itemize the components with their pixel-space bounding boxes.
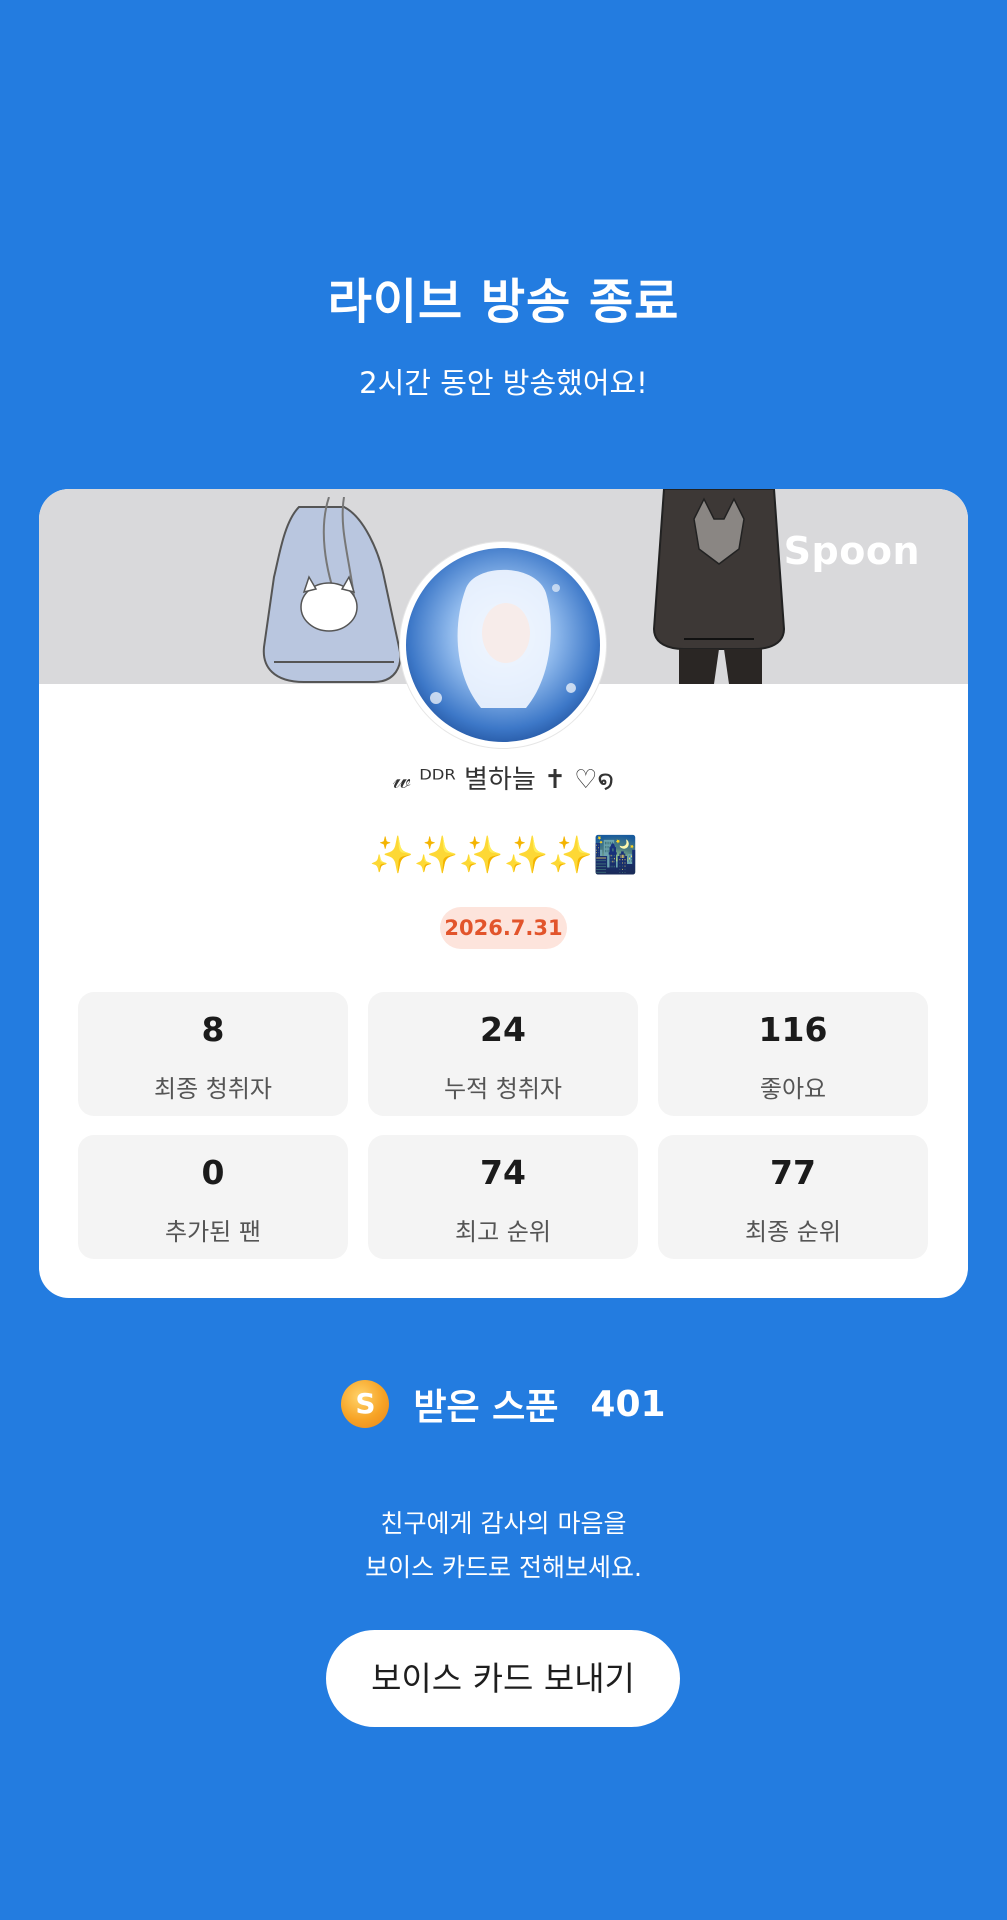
received-spoons-label: 받은 스푼 <box>413 1387 559 1428</box>
stat-value: 77 <box>770 1153 816 1192</box>
stat-label: 최종 청취자 <box>153 1075 273 1103</box>
banner-illustration-left <box>262 497 402 683</box>
voice-card-message-line2: 보이스 카드로 전해보세요. <box>365 1553 642 1582</box>
stat-value: 8 <box>201 1010 225 1049</box>
received-spoons-count: 401 <box>590 1383 666 1425</box>
voice-card-message-line1: 친구에게 감사의 마음을 <box>380 1509 627 1538</box>
voice-card-message: 친구에게 감사의 마음을 보이스 카드로 전해보세요. <box>0 1502 1007 1590</box>
stat-label: 좋아요 <box>759 1075 827 1103</box>
stat-cumulative-listeners: 24 누적 청취자 <box>368 992 638 1116</box>
stat-added-fans: 0 추가된 팬 <box>78 1135 348 1259</box>
stat-best-rank: 74 최고 순위 <box>368 1135 638 1259</box>
stat-likes: 116 좋아요 <box>658 992 928 1116</box>
avatar-image <box>406 548 600 742</box>
stat-label: 최종 순위 <box>745 1218 841 1246</box>
stat-final-rank: 77 최종 순위 <box>658 1135 928 1259</box>
stat-value: 74 <box>480 1153 526 1192</box>
stat-label: 추가된 팬 <box>165 1218 261 1246</box>
stat-value: 116 <box>758 1010 828 1049</box>
broadcast-duration-text: 2시간 동안 방송했어요! <box>359 366 648 400</box>
page-title: 라이브 방송 종료 <box>327 274 680 330</box>
stat-value: 24 <box>480 1010 526 1049</box>
broadcast-summary-card: Spoon 𝓌 ᴰᴰᴿ 별하늘 ✝ ♡໑ ✨✨✨✨✨🌃 2026.7.31 8 … <box>39 489 968 1298</box>
spoon-coin-icon: S <box>341 1380 390 1428</box>
profile-emoji-line: ✨✨✨✨✨🌃 <box>369 835 638 876</box>
spoon-logo: Spoon <box>783 529 920 573</box>
stat-final-listeners: 8 최종 청취자 <box>78 992 348 1116</box>
date-badge: 2026.7.31 <box>440 907 567 949</box>
banner-illustration-right <box>652 489 786 684</box>
nickname: 𝓌 ᴰᴰᴿ 별하늘 ✝ ♡໑ <box>392 765 615 795</box>
received-spoons: S 받은 스푼 401 <box>0 1378 1007 1432</box>
stat-label: 최고 순위 <box>455 1218 551 1246</box>
avatar[interactable] <box>406 548 600 742</box>
stat-label: 누적 청취자 <box>443 1075 563 1103</box>
stat-value: 0 <box>201 1153 225 1192</box>
send-voice-card-button[interactable]: 보이스 카드 보내기 <box>326 1630 680 1727</box>
